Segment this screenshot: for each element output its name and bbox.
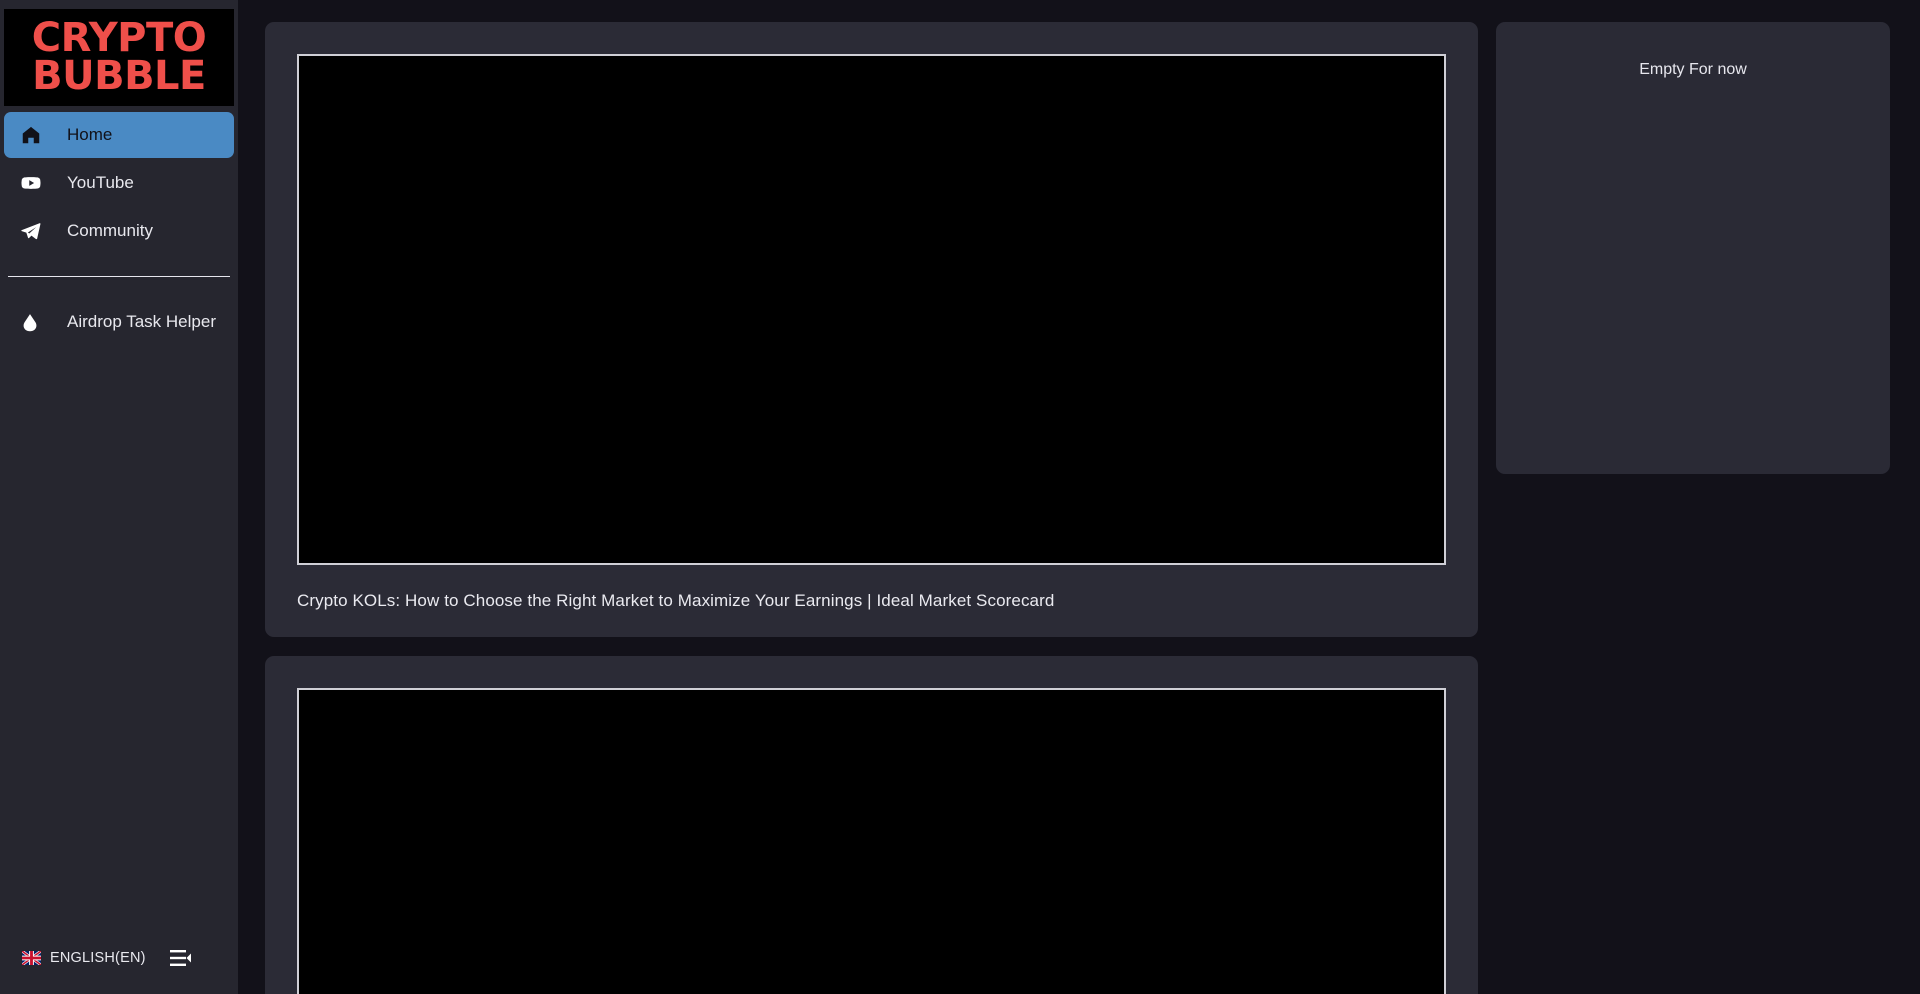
sidebar-item-youtube[interactable]: YouTube — [4, 160, 234, 206]
sidebar-item-community-label: Community — [67, 221, 153, 240]
home-icon — [20, 124, 54, 146]
telegram-icon — [20, 220, 54, 242]
uk-flag-icon — [22, 951, 41, 965]
sidebar: CRYPTO BUBBLE Home YouTube Community Air… — [0, 0, 238, 994]
app-root: CRYPTO BUBBLE Home YouTube Community Air… — [0, 0, 1920, 994]
language-label: ENGLISH(EN) — [50, 950, 146, 966]
right-rail: Empty For now — [1496, 22, 1920, 994]
logo-line-1: CRYPTO — [31, 14, 207, 61]
rail-panel: Empty For now — [1496, 22, 1890, 474]
droplet-icon — [20, 312, 54, 332]
video-title: Crypto KOLs: How to Choose the Right Mar… — [297, 591, 1055, 610]
video-card[interactable]: Crypto KOLs: How to Choose the Right Mar… — [265, 22, 1478, 637]
video-card[interactable] — [265, 656, 1478, 994]
sidebar-item-airdrop-label: Airdrop Task Helper — [67, 312, 216, 331]
app-logo[interactable]: CRYPTO BUBBLE — [4, 9, 234, 106]
sidebar-item-home[interactable]: Home — [4, 112, 234, 158]
sidebar-item-community[interactable]: Community — [4, 208, 234, 254]
sidebar-item-airdrop-task-helper[interactable]: Airdrop Task Helper — [4, 299, 234, 345]
sidebar-nav: Home YouTube Community Airdrop Task Help… — [0, 112, 238, 347]
sidebar-divider — [8, 276, 230, 277]
language-selector[interactable]: ENGLISH(EN) — [22, 950, 146, 966]
sidebar-footer: ENGLISH(EN) — [0, 922, 238, 994]
main-content: Crypto KOLs: How to Choose the Right Mar… — [238, 0, 1920, 994]
youtube-icon — [20, 172, 54, 194]
sidebar-item-youtube-label: YouTube — [67, 173, 134, 192]
video-player[interactable] — [297, 54, 1446, 565]
rail-empty-text: Empty For now — [1639, 61, 1747, 78]
menu-collapse-icon[interactable] — [166, 943, 196, 973]
video-feed: Crypto KOLs: How to Choose the Right Mar… — [265, 22, 1478, 994]
sidebar-item-home-label: Home — [67, 125, 113, 144]
logo-line-2: BUBBLE — [32, 52, 206, 99]
video-player[interactable] — [297, 688, 1446, 994]
